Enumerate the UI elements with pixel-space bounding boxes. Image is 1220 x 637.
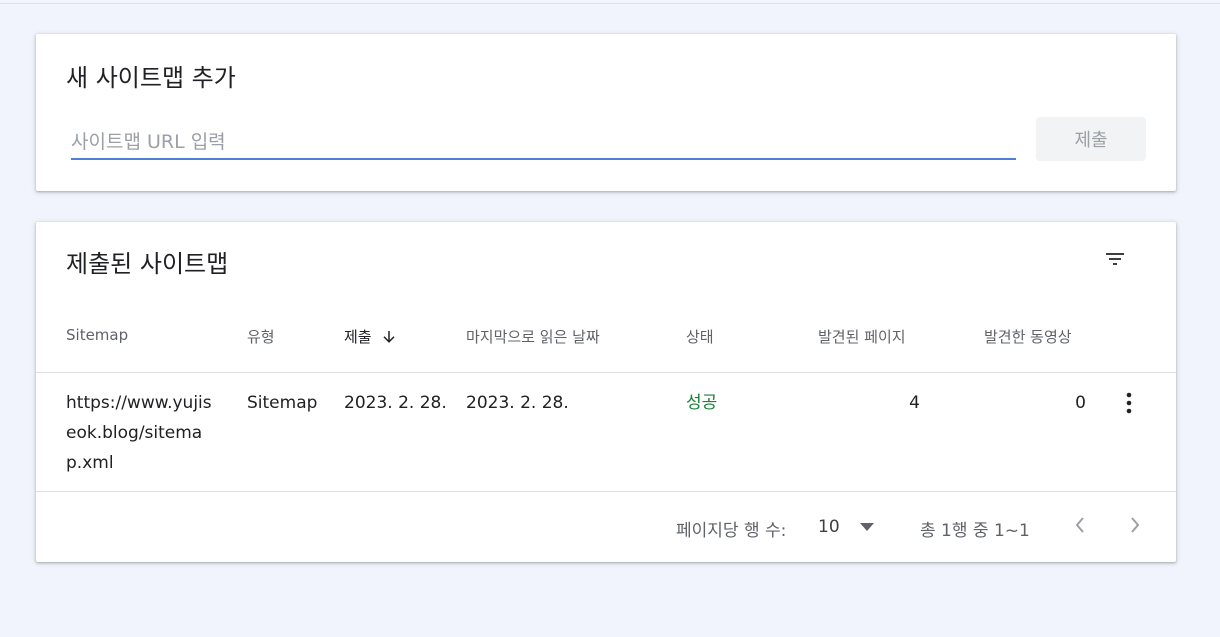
prev-page-button[interactable] <box>1067 511 1093 539</box>
submitted-sitemaps-title: 제출된 사이트맵 <box>66 250 229 278</box>
sitemap-url-input[interactable] <box>71 128 1016 160</box>
pages-cell: 4 <box>909 393 920 413</box>
add-sitemap-title: 새 사이트맵 추가 <box>66 64 236 92</box>
column-header-last-read[interactable]: 마지막으로 읽은 날짜 <box>466 326 600 347</box>
last-read-date-cell: 2023. 2. 28. <box>466 393 569 413</box>
row-more-button[interactable] <box>1119 390 1139 416</box>
submitted-sitemaps-card: 제출된 사이트맵 Sitemap 유형 제출 마지막으로 읽은 날짜 상태 발견… <box>36 222 1176 562</box>
pagination-range: 총 1행 중 1~1 <box>920 521 1030 541</box>
row-divider <box>36 491 1176 492</box>
rows-per-page-select[interactable]: 10 <box>818 512 878 542</box>
column-header-pages[interactable]: 발견된 페이지 <box>818 326 906 347</box>
status-cell: 성공 <box>686 393 718 413</box>
top-divider <box>0 3 1220 4</box>
more-vert-icon <box>1126 392 1132 414</box>
next-page-button[interactable] <box>1122 511 1148 539</box>
caret-down-icon <box>859 523 874 531</box>
chevron-left-icon <box>1075 517 1084 533</box>
submit-button[interactable]: 제출 <box>1036 117 1146 161</box>
chevron-right-icon <box>1131 517 1140 533</box>
column-header-status[interactable]: 상태 <box>686 326 714 347</box>
filter-button[interactable] <box>1098 242 1132 276</box>
rows-per-page-value: 10 <box>818 517 840 537</box>
filter-icon <box>1106 253 1124 265</box>
submitted-date-cell: 2023. 2. 28. <box>344 393 447 413</box>
column-header-type[interactable]: 유형 <box>247 326 275 347</box>
column-header-sitemap[interactable]: Sitemap <box>66 326 128 344</box>
add-sitemap-card: 새 사이트맵 추가 제출 <box>36 34 1176 191</box>
arrow-down-icon <box>383 330 395 343</box>
header-divider <box>36 372 1176 373</box>
rows-per-page-label: 페이지당 행 수: <box>676 521 787 541</box>
column-header-submitted[interactable]: 제출 <box>344 326 398 347</box>
videos-cell: 0 <box>1075 393 1086 413</box>
column-header-videos[interactable]: 발견한 동영상 <box>984 326 1072 347</box>
sitemap-url-cell[interactable]: https://www.yujiseok.blog/sitemap.xml <box>66 388 216 478</box>
type-cell: Sitemap <box>247 393 318 413</box>
